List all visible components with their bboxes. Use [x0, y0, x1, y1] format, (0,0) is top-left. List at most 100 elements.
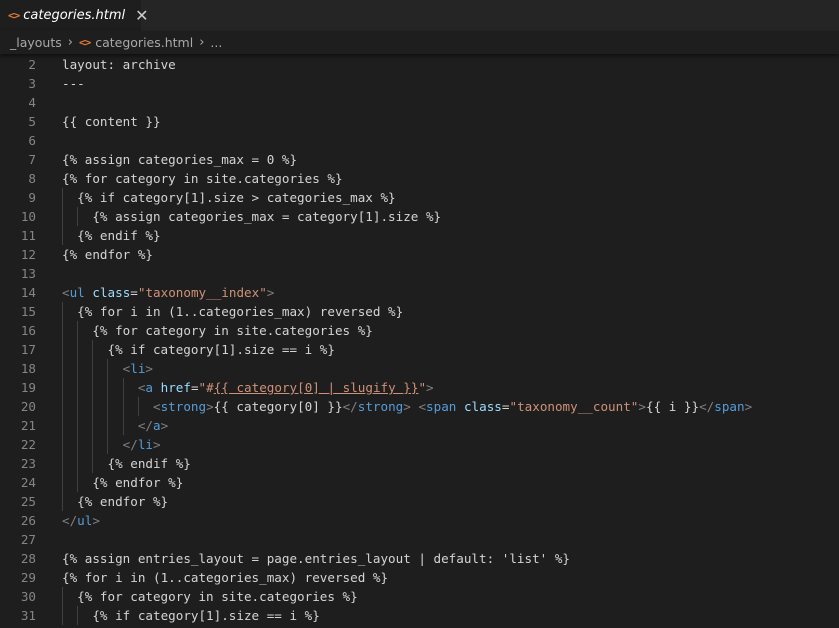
code-line[interactable]: 28 {% assign entries_layout = page.entrie… [0, 549, 839, 568]
line-number: 3 [28, 76, 36, 91]
code-line[interactable]: 24 {% endfor %} [0, 473, 839, 492]
code-token: strong [160, 399, 207, 414]
breadcrumb: _layouts › <> categories.html › ... [0, 31, 839, 54]
line-number: 9 [28, 190, 36, 205]
line-number: 12 [20, 247, 36, 262]
code-line[interactable]: 11 {% endif %} [0, 226, 839, 245]
line-number: 13 [20, 266, 36, 281]
code-line[interactable]: 12 {% endfor %} [0, 245, 839, 264]
code-token: {{ i }} [645, 399, 700, 414]
code-line[interactable]: 18 <li> [0, 359, 839, 378]
code-text: </ul> [62, 511, 100, 530]
code-token: {% assign entries_layout = page.entries_… [62, 551, 570, 566]
code-line[interactable]: 27 [0, 530, 839, 549]
code-text: {% for i in (1..categories_max) reversed… [77, 302, 403, 321]
html-file-icon: <> [8, 9, 20, 22]
code-token: "# [198, 380, 214, 395]
code-line[interactable]: 15 {% for i in (1..categories_max) revers… [0, 302, 839, 321]
indent-guide [62, 587, 63, 606]
line-number: 18 [20, 361, 36, 376]
code-line[interactable]: 8 {% for category in site.categories %} [0, 169, 839, 188]
indent-guide [62, 359, 63, 378]
indent-guide [92, 416, 94, 435]
line-number: 14 [20, 285, 36, 300]
code-text: {% for category in site.categories %} [62, 169, 343, 188]
code-line[interactable]: 19 <a href="#{{ category[0] | slugify }}"… [0, 378, 839, 397]
code-line[interactable]: 31 {% if category[1].size == i %} [0, 606, 839, 625]
code-token: {% endfor %} [92, 475, 184, 490]
breadcrumb-more[interactable]: ... [210, 35, 222, 50]
code-line[interactable]: 14 <ul class="taxonomy__index"> [0, 283, 839, 302]
code-line[interactable]: 25 {% endfor %} [0, 492, 839, 511]
close-icon[interactable]: ✕ [135, 7, 148, 24]
line-number: 8 [28, 171, 36, 186]
html-file-icon: <> [78, 36, 91, 49]
code-line[interactable]: 17 {% if category[1].size == i %} [0, 340, 839, 359]
code-line[interactable]: 6 [0, 131, 839, 150]
indent-guide [62, 378, 63, 397]
breadcrumb-file[interactable]: categories.html [95, 35, 193, 50]
indent-guide [62, 188, 63, 207]
line-number: 6 [28, 133, 36, 148]
code-line[interactable]: 26 </ul> [0, 511, 839, 530]
code-token: {% endfor %} [62, 247, 153, 262]
line-number: 19 [20, 380, 36, 395]
code-token: {% assign categories_max = category[1].s… [92, 209, 442, 224]
code-line[interactable]: 20 <strong>{{ category[0] }}</strong> <sp… [0, 397, 839, 416]
code-token: "taxonomy__index" [137, 285, 267, 300]
code-line[interactable]: 3 --- [0, 74, 839, 93]
tab-categories-html[interactable]: <> categories.html ✕ [0, 0, 149, 31]
indent-guide [137, 397, 139, 416]
indent-guide [62, 302, 63, 321]
code-line[interactable]: 5 {{ content }} [0, 112, 839, 131]
code-editor[interactable]: 2 layout: archive 3 --- 4 5 {{ content }} 6 7 {% … [0, 55, 839, 628]
code-token: {% endfor %} [77, 494, 169, 509]
code-text: {% for category in site.categories %} [92, 321, 373, 340]
code-token: {{ category[0] }} [213, 399, 343, 414]
line-number: 24 [20, 475, 36, 490]
code-line[interactable]: 7 {% assign categories_max = 0 %} [0, 150, 839, 169]
code-text: {% assign categories_max = 0 %} [62, 150, 297, 169]
indent-guide [107, 416, 109, 435]
code-text: {% if category[1].size == i %} [92, 606, 319, 625]
tab-bar: <> categories.html ✕ [0, 0, 839, 31]
code-text: {% endfor %} [77, 492, 168, 511]
code-line[interactable]: 22 </li> [0, 435, 839, 454]
breadcrumb-folder[interactable]: _layouts [10, 35, 62, 50]
code-text: {% endfor %} [62, 245, 153, 264]
code-line[interactable]: 10 {% assign categories_max = category[1]… [0, 207, 839, 226]
code-text: {% assign entries_layout = page.entries_… [62, 549, 570, 568]
code-text: {% for i in (1..categories_max) reversed… [62, 568, 388, 587]
code-line[interactable]: 2 layout: archive [0, 55, 839, 74]
code-line[interactable]: 9 {% if category[1].size > categories_max… [0, 188, 839, 207]
code-line[interactable]: 29 {% for i in (1..categories_max) revers… [0, 568, 839, 587]
indent-guide [107, 397, 109, 416]
code-token: > [153, 437, 161, 452]
indent-guide [122, 397, 124, 416]
code-token: li [137, 437, 153, 452]
code-line[interactable]: 23 {% endif %} [0, 454, 839, 473]
line-number: 21 [20, 418, 36, 433]
code-token: {{ content }} [62, 114, 161, 129]
indent-guide [122, 378, 124, 397]
code-token: {% for category in site.categories %} [92, 323, 373, 338]
code-line[interactable]: 16 {% for category in site.categories %} [0, 321, 839, 340]
line-number: 30 [20, 589, 36, 604]
code-token: {% for category in site.categories %} [62, 171, 343, 186]
code-token: < [62, 285, 70, 300]
code-token: {% for category in site.categories %} [77, 589, 358, 604]
code-token: </ [342, 399, 358, 414]
code-line[interactable]: 13 [0, 264, 839, 283]
code-line[interactable]: 21 </a> [0, 416, 839, 435]
code-line[interactable]: 4 [0, 93, 839, 112]
code-text: {% for category in site.categories %} [77, 587, 358, 606]
code-token: > [160, 418, 169, 433]
code-token: </ [62, 513, 78, 528]
code-token: {% for i in (1..categories_max) reversed… [77, 304, 404, 319]
code-text: </li> [123, 435, 161, 454]
code-token: a [153, 418, 161, 433]
code-token: class [92, 285, 131, 300]
indent-guide [92, 454, 94, 473]
code-token: {% if category[1].size > categories_max … [77, 190, 396, 205]
code-line[interactable]: 30 {% for category in site.categories %} [0, 587, 839, 606]
